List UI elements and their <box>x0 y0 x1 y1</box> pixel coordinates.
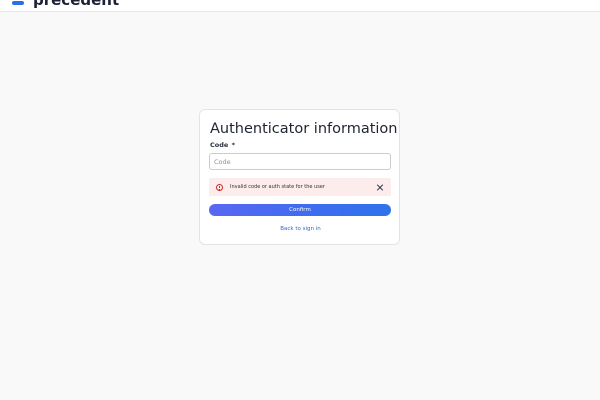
brand-logo[interactable]: precedent <box>9 0 119 9</box>
precedent-logo-icon <box>9 0 27 7</box>
required-marker: * <box>231 141 235 149</box>
auth-card: Authenticator information Code * Invalid… <box>199 109 400 245</box>
back-to-sign-in-link[interactable]: Back to sign in <box>200 226 401 233</box>
brand-name: precedent <box>33 0 120 9</box>
close-icon[interactable] <box>375 182 385 192</box>
error-alert: Invalid code or auth state for the user <box>209 178 391 196</box>
alert-circle-icon <box>216 183 223 191</box>
code-label-text: Code <box>210 141 229 149</box>
code-label: Code * <box>210 141 235 149</box>
code-input[interactable] <box>209 153 391 170</box>
error-message: Invalid code or auth state for the user <box>230 184 325 190</box>
confirm-button[interactable]: Confirm <box>209 204 391 216</box>
page-title: Authenticator information <box>210 121 398 137</box>
top-bar: precedent <box>0 0 600 12</box>
